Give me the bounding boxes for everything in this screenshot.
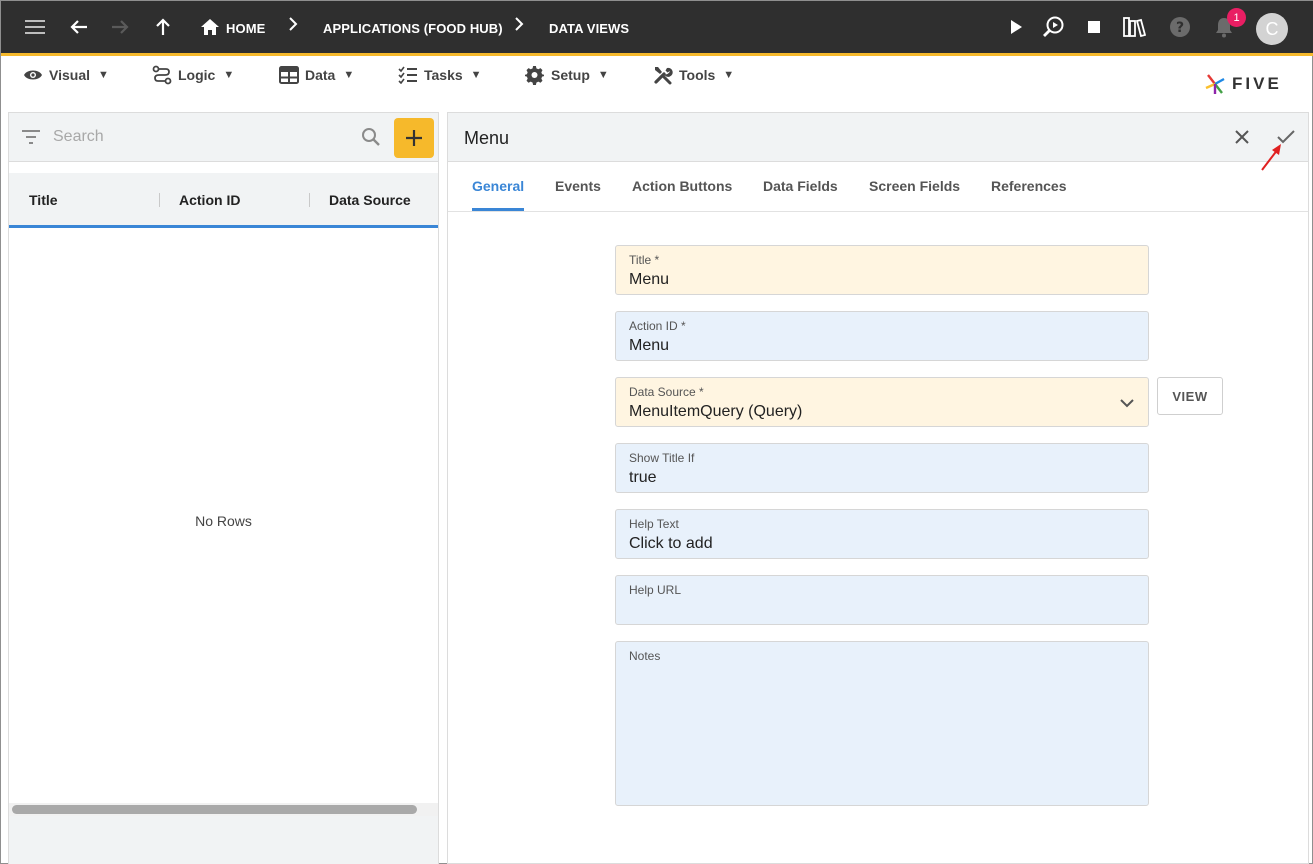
- form-title: Menu: [464, 128, 510, 148]
- breadcrumb-applications[interactable]: APPLICATIONS (FOOD HUB): [323, 21, 503, 36]
- menu-visual-label: Visual: [49, 67, 90, 83]
- empty-state-text: No Rows: [195, 513, 252, 529]
- help-text-field-label: Help Text: [629, 517, 679, 531]
- table-icon: [279, 66, 299, 84]
- close-icon[interactable]: [1230, 125, 1254, 149]
- gear-icon: [525, 65, 544, 85]
- logic-flow-icon: [152, 65, 172, 85]
- chevron-down-icon[interactable]: [1120, 395, 1134, 413]
- column-header-data-source[interactable]: Data Source: [329, 192, 411, 208]
- caret-down-icon: ▼: [597, 69, 609, 81]
- menu-tasks[interactable]: Tasks ▼: [398, 64, 482, 86]
- scrollbar-thumb[interactable]: [12, 805, 417, 814]
- checklist-icon: [398, 66, 417, 84]
- help-url-field-label: Help URL: [629, 583, 682, 597]
- show-title-if-field-value[interactable]: true: [629, 469, 657, 487]
- avatar[interactable]: C: [1256, 13, 1288, 45]
- help-text-field-value[interactable]: Click to add: [629, 535, 713, 553]
- tab-data-fields[interactable]: Data Fields: [763, 178, 838, 194]
- app-window: HOME APPLICATIONS (FOOD HUB) DATA VIEWS …: [0, 0, 1313, 864]
- help-url-field[interactable]: Help URL: [615, 575, 1149, 625]
- menu-data[interactable]: Data ▼: [279, 64, 354, 86]
- form-header: Menu: [448, 113, 1308, 162]
- list-footer: [9, 816, 438, 864]
- notification-badge: 1: [1227, 8, 1246, 27]
- home-icon[interactable]: [198, 15, 222, 39]
- action-id-field[interactable]: Action ID * Menu: [615, 311, 1149, 361]
- data-source-field-label: Data Source *: [629, 385, 704, 399]
- data-source-field-value[interactable]: MenuItemQuery (Query): [629, 403, 802, 421]
- breadcrumb-home[interactable]: HOME: [226, 21, 265, 36]
- tab-action-buttons[interactable]: Action Buttons: [632, 178, 732, 194]
- tools-icon: [654, 67, 673, 85]
- menu-setup-label: Setup: [551, 67, 590, 83]
- data-source-select[interactable]: Data Source * MenuItemQuery (Query): [615, 377, 1149, 427]
- plus-icon: [406, 130, 422, 146]
- menu-icon[interactable]: [23, 15, 47, 39]
- view-data-source-button[interactable]: VIEW: [1157, 377, 1223, 415]
- app-bar: HOME APPLICATIONS (FOOD HUB) DATA VIEWS …: [1, 1, 1313, 53]
- notes-field[interactable]: Notes: [615, 641, 1149, 806]
- show-title-if-field-label: Show Title If: [629, 451, 695, 465]
- menu-tasks-label: Tasks: [424, 67, 463, 83]
- caret-down-icon: ▼: [98, 69, 109, 81]
- annotation-arrow-icon: [1261, 144, 1281, 171]
- breadcrumb-separator-icon: [288, 17, 298, 36]
- stop-icon[interactable]: [1082, 15, 1106, 39]
- help-icon[interactable]: ?: [1168, 15, 1192, 39]
- grid-header: Title Action ID Data Source: [9, 173, 438, 228]
- caret-down-icon: ▼: [343, 69, 355, 81]
- menu-setup[interactable]: Setup ▼: [525, 64, 609, 86]
- notes-field-label: Notes: [629, 649, 661, 663]
- breadcrumb-separator-icon: [514, 17, 524, 36]
- action-id-field-label: Action ID *: [629, 319, 686, 333]
- eye-icon: [24, 70, 42, 80]
- five-logo-mark-icon: [1205, 74, 1225, 94]
- form-panel: Menu General Events Action Buttons Data …: [447, 112, 1309, 864]
- caret-down-icon: ▼: [723, 69, 735, 81]
- menu-tools-label: Tools: [679, 67, 716, 83]
- form-tabs: General Events Action Buttons Data Field…: [448, 162, 1308, 212]
- column-header-action-id[interactable]: Action ID: [179, 192, 240, 208]
- caret-down-icon: ▼: [470, 69, 482, 81]
- tab-screen-fields[interactable]: Screen Fields: [869, 178, 960, 194]
- menu-tools[interactable]: Tools ▼: [653, 64, 734, 86]
- tab-general[interactable]: General: [472, 178, 524, 194]
- back-arrow-icon[interactable]: [67, 15, 91, 39]
- title-field[interactable]: Title * Menu: [615, 245, 1149, 295]
- menu-visual[interactable]: Visual ▼: [23, 64, 109, 86]
- column-divider[interactable]: [309, 193, 310, 207]
- menu-data-label: Data: [305, 67, 336, 83]
- breadcrumb-data-views[interactable]: DATA VIEWS: [549, 21, 629, 36]
- column-divider[interactable]: [159, 193, 160, 207]
- add-record-button[interactable]: [394, 118, 434, 158]
- tab-events[interactable]: Events: [555, 178, 601, 194]
- active-tab-indicator: [472, 208, 524, 211]
- filter-icon[interactable]: [21, 129, 41, 150]
- help-text-field[interactable]: Help Text Click to add: [615, 509, 1149, 559]
- show-title-if-field[interactable]: Show Title If true: [615, 443, 1149, 493]
- title-field-label: Title *: [629, 253, 660, 267]
- menu-bar: Visual ▼ Logic ▼ Data ▼ Tasks ▼ Setup ▼ …: [1, 56, 1313, 96]
- action-id-field-value[interactable]: Menu: [629, 337, 669, 355]
- svg-text:?: ?: [1176, 20, 1184, 36]
- menu-logic[interactable]: Logic ▼: [152, 64, 234, 86]
- library-icon[interactable]: [1122, 15, 1146, 39]
- column-header-title[interactable]: Title: [29, 192, 58, 208]
- title-field-value[interactable]: Menu: [629, 271, 669, 289]
- forward-arrow-icon: [108, 15, 132, 39]
- caret-down-icon: ▼: [223, 69, 235, 81]
- five-logo-text: FIVE: [1232, 74, 1282, 93]
- menu-logic-label: Logic: [178, 67, 216, 83]
- up-arrow-icon[interactable]: [151, 15, 175, 39]
- search-inspect-icon[interactable]: [1041, 15, 1065, 39]
- list-panel: Title Action ID Data Source No Rows: [8, 112, 439, 864]
- horizontal-scrollbar[interactable]: [9, 803, 438, 816]
- play-icon[interactable]: [1004, 15, 1028, 39]
- five-logo: FIVE: [1204, 73, 1282, 95]
- tab-references[interactable]: References: [991, 178, 1067, 194]
- search-bar: [9, 113, 438, 162]
- search-icon[interactable]: [361, 127, 381, 152]
- search-input[interactable]: [53, 126, 353, 148]
